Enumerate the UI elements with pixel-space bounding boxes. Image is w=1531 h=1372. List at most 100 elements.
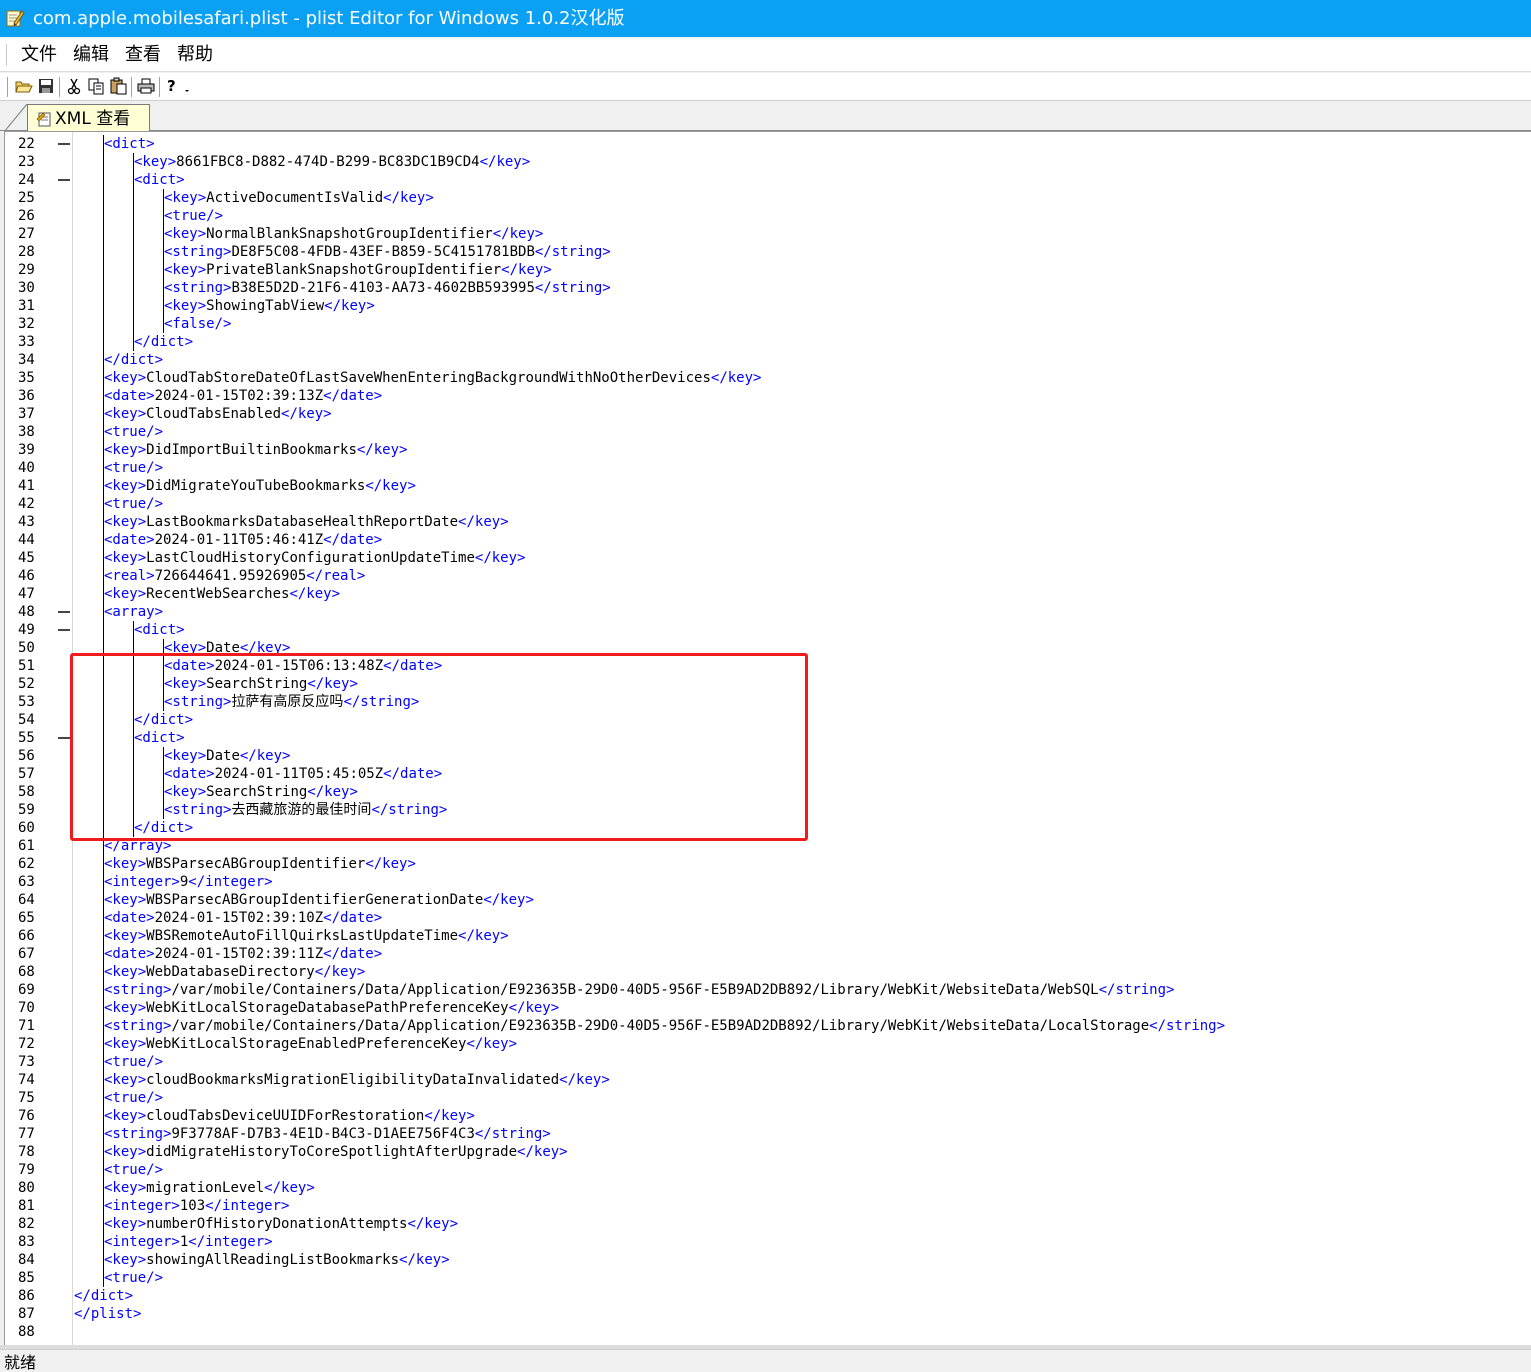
line-number: 54 [18, 712, 35, 728]
code-line[interactable]: 88 [5, 1323, 1525, 1341]
code-line[interactable]: 78 <key>didMigrateHistoryToCoreSpotlightA… [5, 1143, 1525, 1161]
code-line[interactable]: 27 <key>NormalBlankSnapshotGroupIdentifie… [5, 225, 1525, 243]
menu-view[interactable]: 查看 [125, 44, 161, 66]
fold-toggle-icon[interactable] [58, 737, 70, 739]
code-line[interactable]: 74 <key>cloudBookmarksMigrationEligibilit… [5, 1071, 1525, 1089]
code-line[interactable]: 33 </dict> [5, 333, 1525, 351]
line-number: 24 [18, 172, 35, 188]
code-line[interactable]: 64 <key>WBSParsecABGroupIdentifierGenerat… [5, 891, 1525, 909]
cut-icon[interactable] [65, 77, 85, 97]
code-line[interactable]: 63 <integer>9</integer> [5, 873, 1525, 891]
xml-tag: <integer> [104, 1198, 180, 1214]
code-line[interactable]: 61 </array> [5, 837, 1525, 855]
code-line[interactable]: 70 <key>WebKitLocalStorageDatabasePathPre… [5, 999, 1525, 1017]
fold-toggle-icon[interactable] [58, 143, 70, 145]
code-line[interactable]: 87 </plist> [5, 1305, 1525, 1323]
menu-help[interactable]: 帮助 [177, 44, 213, 66]
toolbar-separator [131, 77, 133, 97]
code-line[interactable]: 35 <key>CloudTabStoreDateOfLastSaveWhenEn… [5, 369, 1525, 387]
code-line[interactable]: 42 <true/> [5, 495, 1525, 513]
code-line[interactable]: 50 <key>Date</key> [5, 639, 1525, 657]
code-text: <dict> [134, 621, 185, 639]
code-line[interactable]: 81 <integer>103</integer> [5, 1197, 1525, 1215]
open-icon[interactable] [15, 77, 35, 97]
code-line[interactable]: 25 <key>ActiveDocumentIsValid</key> [5, 189, 1525, 207]
code-line[interactable]: 62 <key>WBSParsecABGroupIdentifier</key> [5, 855, 1525, 873]
code-line[interactable]: 82 <key>numberOfHistoryDonationAttempts</… [5, 1215, 1525, 1233]
xml-value: 103 [179, 1198, 206, 1214]
code-line[interactable]: 77 <string>9F3778AF-D7B3-4E1D-B4C3-D1AEE7… [5, 1125, 1525, 1143]
code-line[interactable]: 30 <string>B38E5D2D-21F6-4103-AA73-4602BB… [5, 279, 1525, 297]
code-text: <key>RecentWebSearches</key> [104, 585, 340, 603]
code-line[interactable]: 24 <dict> [5, 171, 1525, 189]
code-line[interactable]: 23 <key>8661FBC8-D882-474D-B299-BC83DC1B9… [5, 153, 1525, 171]
line-number: 67 [18, 946, 35, 962]
help-icon[interactable]: ? [165, 77, 195, 97]
code-line[interactable]: 53 <string>拉萨有高原反应吗</string> [5, 693, 1525, 711]
code-line[interactable]: 26 <true/> [5, 207, 1525, 225]
code-line[interactable]: 57 <date>2024-01-11T05:45:05Z</date> [5, 765, 1525, 783]
code-text: <key>DidImportBuiltinBookmarks</key> [104, 441, 407, 459]
code-line[interactable]: 52 <key>SearchString</key> [5, 675, 1525, 693]
code-line[interactable]: 51 <date>2024-01-15T06:13:48Z</date> [5, 657, 1525, 675]
paste-icon[interactable] [109, 77, 129, 97]
code-line[interactable]: 34 </dict> [5, 351, 1525, 369]
code-line[interactable]: 83 <integer>1</integer> [5, 1233, 1525, 1251]
copy-icon[interactable] [87, 77, 107, 97]
code-line[interactable]: 39 <key>DidImportBuiltinBookmarks</key> [5, 441, 1525, 459]
line-number: 66 [18, 928, 35, 944]
code-line[interactable]: 86 </dict> [5, 1287, 1525, 1305]
code-line[interactable]: 85 <true/> [5, 1269, 1525, 1287]
print-icon[interactable] [137, 77, 157, 97]
code-line[interactable]: 45 <key>LastCloudHistoryConfigurationUpda… [5, 549, 1525, 567]
code-line[interactable]: 56 <key>Date</key> [5, 747, 1525, 765]
code-line[interactable]: 59 <string>去西藏旅游的最佳时间</string> [5, 801, 1525, 819]
code-line[interactable]: 48 <array> [5, 603, 1525, 621]
code-line[interactable]: 43 <key>LastBookmarksDatabaseHealthReport… [5, 513, 1525, 531]
xml-editor[interactable]: 22 <dict> 23 <key>8661FBC8-D882-474D-B299-B… [4, 131, 1531, 1345]
code-line[interactable]: 72 <key>WebKitLocalStorageEnabledPreferen… [5, 1035, 1525, 1053]
code-line[interactable]: 73 <true/> [5, 1053, 1525, 1071]
code-line[interactable]: 80 <key>migrationLevel</key> [5, 1179, 1525, 1197]
code-line[interactable]: 32 <false/> [5, 315, 1525, 333]
code-line[interactable]: 55 <dict> [5, 729, 1525, 747]
code-line[interactable]: 46 <real>726644641.95926905</real> [5, 567, 1525, 585]
code-line[interactable]: 67 <date>2024-01-15T02:39:11Z</date> [5, 945, 1525, 963]
code-line[interactable]: 79 <true/> [5, 1161, 1525, 1179]
code-line[interactable]: 49 <dict> [5, 621, 1525, 639]
fold-toggle-icon[interactable] [58, 179, 70, 181]
code-text: <key>NormalBlankSnapshotGroupIdentifier<… [164, 225, 543, 243]
code-line[interactable]: 65 <date>2024-01-15T02:39:10Z</date> [5, 909, 1525, 927]
code-line[interactable]: 31 <key>ShowingTabView</key> [5, 297, 1525, 315]
save-icon[interactable] [37, 77, 57, 97]
code-line[interactable]: 36 <date>2024-01-15T02:39:13Z</date> [5, 387, 1525, 405]
tab-xml-view[interactable]: XML 查看 [27, 104, 150, 132]
code-line[interactable]: 29 <key>PrivateBlankSnapshotGroupIdentifi… [5, 261, 1525, 279]
code-line[interactable]: 41 <key>DidMigrateYouTubeBookmarks</key> [5, 477, 1525, 495]
code-line[interactable]: 54 </dict> [5, 711, 1525, 729]
xml-tag: <date> [164, 766, 215, 782]
code-line[interactable]: 28 <string>DE8F5C08-4FDB-43EF-B859-5C4151… [5, 243, 1525, 261]
line-number: 70 [18, 1000, 35, 1016]
code-line[interactable]: 84 <key>showingAllReadingListBookmarks</k… [5, 1251, 1525, 1269]
line-number: 26 [18, 208, 35, 224]
code-line[interactable]: 76 <key>cloudTabsDeviceUUIDForRestoration… [5, 1107, 1525, 1125]
code-line[interactable]: 47 <key>RecentWebSearches</key> [5, 585, 1525, 603]
fold-toggle-icon[interactable] [58, 611, 70, 613]
menu-file[interactable]: 文件 [21, 44, 57, 66]
menu-edit[interactable]: 编辑 [73, 44, 109, 66]
code-line[interactable]: 37 <key>CloudTabsEnabled</key> [5, 405, 1525, 423]
code-line[interactable]: 71 <string>/var/mobile/Containers/Data/Ap… [5, 1017, 1525, 1035]
code-line[interactable]: 75 <true/> [5, 1089, 1525, 1107]
code-line[interactable]: 68 <key>WebDatabaseDirectory</key> [5, 963, 1525, 981]
code-line[interactable]: 44 <date>2024-01-11T05:46:41Z</date> [5, 531, 1525, 549]
code-line[interactable]: 69 <string>/var/mobile/Containers/Data/Ap… [5, 981, 1525, 999]
code-line[interactable]: 38 <true/> [5, 423, 1525, 441]
fold-toggle-icon[interactable] [58, 629, 70, 631]
xml-tag: </string> [1098, 982, 1175, 998]
code-line[interactable]: 58 <key>SearchString</key> [5, 783, 1525, 801]
code-line[interactable]: 66 <key>WBSRemoteAutoFillQuirksLastUpdate… [5, 927, 1525, 945]
code-line[interactable]: 60 </dict> [5, 819, 1525, 837]
code-line[interactable]: 40 <true/> [5, 459, 1525, 477]
code-line[interactable]: 22 <dict> [5, 135, 1525, 153]
